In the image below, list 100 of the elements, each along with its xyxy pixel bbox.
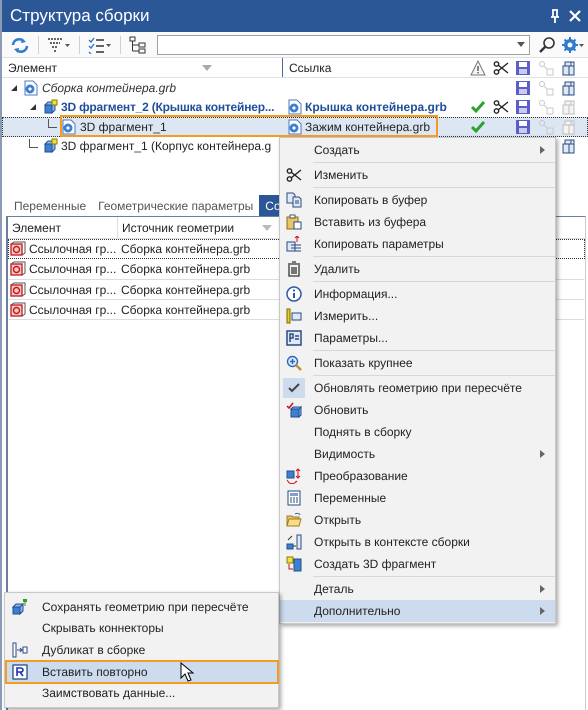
menu-item-label: Обновлять геометрию при пересчёте (314, 380, 523, 397)
menu-item-label: Показать крупнее (314, 355, 414, 372)
tab[interactable]: Переменные (8, 195, 92, 216)
part-icon (10, 261, 26, 278)
menu-item-label: Измерить... (314, 308, 380, 325)
menu-item[interactable]: Открыть в контексте сборки (280, 531, 555, 553)
cubes-icon[interactable] (560, 60, 576, 76)
menu-item[interactable]: Копировать параметры (280, 233, 555, 255)
menu-item[interactable]: Обновить (280, 399, 555, 421)
menu-item[interactable]: Преобразование (280, 465, 555, 487)
calculator-icon (286, 490, 302, 506)
scissors-icon[interactable] (492, 99, 509, 116)
table-cell-text: Сборка контейнера.grb (120, 302, 250, 320)
menu-item[interactable]: Параметры... (280, 327, 555, 349)
tab[interactable]: Геометрические параметры (92, 195, 260, 216)
menu-item-label: Обновить (314, 402, 370, 419)
menu-item-label: Параметры... (314, 330, 389, 347)
menu-item-label: Открыть (314, 512, 362, 529)
tree-item-label: 3D фрагмент_1 (Корпус контейнера.g (61, 138, 272, 156)
table-cell-text: Ссылочная гр... (29, 261, 116, 278)
search-combo-field[interactable] (156, 34, 530, 54)
dropdown-caret-icon (516, 42, 525, 47)
menu-item-label: Создать (314, 142, 361, 159)
menu-item[interactable]: Изменить (280, 164, 555, 186)
table-cell-text: Сборка контейнера.grb (120, 241, 250, 258)
checklist-icon[interactable] (88, 36, 112, 54)
menu-item-label: Изменить (314, 167, 370, 184)
menu-item[interactable]: Видимость (280, 443, 555, 465)
trash-icon (286, 261, 302, 277)
settings-icon[interactable] (562, 36, 584, 54)
menu-item-label: Дубликат в сборке (42, 642, 146, 659)
info-icon (286, 286, 302, 302)
link-label: Зажим контейнера.grb (305, 118, 430, 136)
ruler-icon (286, 308, 302, 324)
menu-item[interactable]: Скрывать коннекторы (5, 618, 278, 640)
table-cell-text: Ссылочная гр... (29, 302, 116, 320)
menu-item[interactable]: Информация... (280, 283, 555, 305)
menu-item[interactable]: Показать крупнее (280, 352, 555, 374)
menu-item-label: Копировать параметры (314, 236, 445, 253)
menu-item-label: Открыть в контексте сборки (314, 534, 471, 551)
warning-icon[interactable] (470, 60, 486, 76)
reinsert-icon (12, 664, 28, 680)
column-header[interactable]: Ссылка (283, 58, 467, 77)
column-header[interactable]: Источник геометрии (118, 217, 278, 238)
column-header-label: Элемент (8, 60, 58, 76)
menu-item[interactable]: Создать 3D фрагмент (280, 553, 555, 575)
menu-item-label: Переменные (314, 490, 388, 507)
menu-item-label: Вставить из буфера (314, 214, 428, 231)
cubes-icon[interactable] (560, 80, 576, 96)
menu-item-label: Поднять в сборку (314, 424, 413, 441)
refresh-icon[interactable] (10, 36, 30, 54)
menu-item[interactable]: Создать (280, 139, 555, 161)
zoom-in-icon (286, 355, 302, 371)
column-header-label: Элемент (12, 220, 61, 236)
close-icon[interactable] (568, 9, 582, 23)
menu-item-label: Дополнительно (314, 603, 402, 620)
menu-item-label: Создать 3D фрагмент (314, 556, 438, 573)
tree-icon[interactable] (128, 36, 147, 54)
part-icon (10, 241, 26, 258)
column-header[interactable]: Элемент (2, 58, 283, 77)
save-icon[interactable] (515, 99, 532, 116)
cube-pin-icon (12, 598, 28, 615)
menu-item-label: Видимость (314, 446, 376, 463)
menu-item[interactable]: Открыть (280, 509, 555, 531)
table-cell-text: Ссылочная гр... (29, 282, 116, 299)
menu-item-label: Деталь (314, 581, 355, 598)
menu-item-label: Информация... (314, 286, 398, 303)
menu-item[interactable]: Переменные (280, 487, 555, 509)
menu-item-label: Копировать в буфер (314, 192, 428, 209)
window-title: Структура сборки (10, 5, 150, 28)
parameters-icon (286, 330, 302, 346)
column-header[interactable]: Элемент (8, 217, 118, 238)
pin-icon[interactable] (548, 8, 562, 24)
save-icon[interactable] (515, 80, 532, 96)
menu-item[interactable]: Деталь (280, 578, 555, 600)
menu-item[interactable]: Сохранять геометрию при пересчёте (5, 596, 278, 618)
scissors-icon[interactable] (492, 60, 509, 76)
menu-item[interactable]: Дополнительно (280, 600, 555, 622)
save-icon[interactable] (515, 60, 532, 76)
table-cell-text: Сборка контейнера.grb (120, 282, 250, 299)
menu-item[interactable]: Дубликат в сборке (5, 639, 278, 661)
table-cell-text: Сборка контейнера.grb (120, 261, 250, 278)
save-icon[interactable] (515, 118, 532, 135)
menu-item-label: Вставить повторно (42, 664, 148, 681)
column-header-label: Источник геометрии (122, 220, 236, 236)
search-icon[interactable] (538, 36, 556, 54)
tree-item-label: 3D фрагмент_1 (80, 118, 167, 136)
table-cell-text: Ссылочная гр... (29, 241, 116, 258)
tree-item-label: Сборка контейнера.grb (42, 80, 176, 97)
menu-item[interactable]: Вставить повторно (5, 660, 278, 682)
part-icon (10, 282, 26, 298)
tree-item-label: 3D фрагмент_2 (Крышка контейнер... (61, 99, 274, 116)
menu-item[interactable]: Удалить (280, 258, 555, 280)
filter-icon[interactable] (46, 36, 71, 54)
menu-item[interactable]: Измерить... (280, 305, 555, 327)
menu-item[interactable]: Заимствовать данные... (5, 682, 278, 704)
scissors-icon (286, 167, 302, 183)
menu-item[interactable]: Поднять в сборку (280, 421, 555, 443)
cubes-icon[interactable] (560, 138, 576, 154)
menu-item[interactable]: Обновлять геометрию при пересчёте (280, 377, 555, 399)
